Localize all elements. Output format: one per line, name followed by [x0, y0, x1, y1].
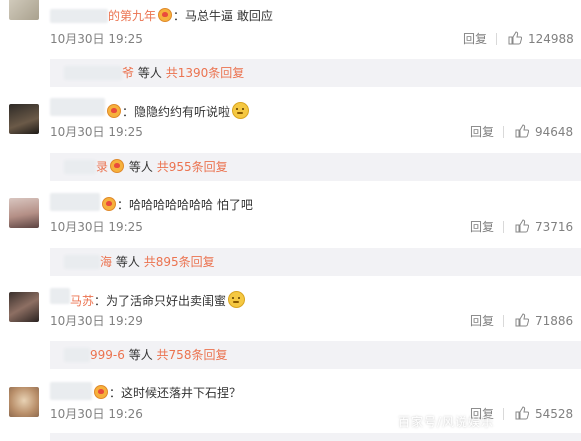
vip-badge-icon	[94, 385, 108, 399]
and-others-label: 等人	[128, 160, 153, 174]
thumbs-up-icon[interactable]	[515, 219, 529, 233]
thumbs-up-icon[interactable]	[515, 406, 529, 420]
username-link[interactable]: 的第九年	[108, 9, 156, 23]
sub-username-blurred	[64, 255, 100, 269]
sub-replies-bar[interactable]: 爷 等人 共1390条回复	[50, 59, 581, 87]
reply-button[interactable]: 回复	[470, 125, 494, 139]
username-link[interactable]: 马苏	[70, 294, 94, 308]
sub-username-link[interactable]: 录	[96, 160, 108, 174]
total-replies-link[interactable]: 共1390条回复	[166, 66, 245, 80]
reply-button[interactable]: 回复	[463, 32, 487, 46]
watermark: 百家号/风说娱乐	[398, 415, 495, 429]
sub-username-blurred	[64, 160, 96, 174]
reply-button[interactable]: 回复	[470, 314, 494, 328]
like-count: 94648	[535, 125, 574, 139]
avatar[interactable]	[9, 387, 39, 417]
avatar[interactable]	[9, 292, 39, 322]
sub-username-blurred	[64, 66, 122, 80]
total-replies-link[interactable]: 共955条回复	[157, 160, 228, 174]
avatar[interactable]	[9, 104, 39, 134]
sub-replies-bar	[50, 433, 581, 441]
comment-time: 10月30日 19:29	[50, 314, 143, 328]
colon: ：	[173, 9, 186, 23]
comment-time: 10月30日 19:26	[50, 407, 143, 421]
comment-text: 马总牛逼 敢回应	[185, 9, 273, 23]
sub-replies-bar[interactable]: 999-6 等人 共758条回复	[50, 341, 581, 369]
sub-username-link[interactable]: 海	[100, 255, 112, 269]
colon: ：	[94, 294, 107, 308]
divider	[503, 126, 504, 138]
comment-time: 10月30日 19:25	[50, 125, 143, 139]
vip-badge-icon	[102, 197, 116, 211]
vip-badge-icon	[110, 159, 125, 173]
comment-text: 隐隐约约有听说啦	[134, 105, 231, 119]
and-others-label: 等人	[115, 255, 140, 269]
doge-emoji-icon	[228, 291, 246, 308]
reply-button[interactable]: 回复	[470, 220, 494, 234]
divider	[503, 408, 504, 420]
divider	[496, 33, 497, 45]
thumbs-up-icon[interactable]	[515, 124, 529, 138]
sub-replies-bar[interactable]: 海 等人 共895条回复	[50, 248, 581, 276]
colon: ：	[122, 105, 135, 119]
comment-text: 为了活命只好出卖闺蜜	[106, 294, 227, 308]
username-blurred	[50, 98, 105, 116]
like-count: 71886	[535, 314, 574, 328]
sub-username-link[interactable]: 爷	[122, 66, 134, 80]
like-count: 54528	[535, 407, 574, 421]
comment-time: 10月30日 19:25	[50, 220, 143, 234]
colon: ：	[109, 386, 122, 400]
comment-time: 10月30日 19:25	[50, 32, 143, 46]
username-blurred	[50, 193, 100, 211]
doge-emoji-icon	[232, 102, 250, 119]
like-count: 73716	[535, 220, 574, 234]
thumbs-up-icon[interactable]	[508, 31, 522, 45]
like-count: 124988	[528, 32, 574, 46]
total-replies-link[interactable]: 共895条回复	[144, 255, 215, 269]
vip-badge-icon	[107, 104, 121, 118]
username-blurred	[50, 9, 108, 23]
and-others-label: 等人	[128, 348, 153, 362]
comment-text: 这时候还落井下石捏？	[121, 386, 242, 400]
sub-username-blurred	[64, 348, 90, 362]
divider	[503, 315, 504, 327]
comment-text: 哈哈哈哈哈哈哈 怕了吧	[129, 198, 253, 212]
avatar[interactable]	[9, 198, 39, 228]
divider	[503, 221, 504, 233]
colon: ：	[117, 198, 130, 212]
username-blurred	[50, 288, 70, 304]
thumbs-up-icon[interactable]	[515, 313, 529, 327]
total-replies-link[interactable]: 共758条回复	[157, 348, 228, 362]
and-others-label: 等人	[137, 66, 162, 80]
vip-badge-icon	[158, 8, 173, 22]
sub-replies-bar[interactable]: 录 等人 共955条回复	[50, 153, 581, 181]
username-blurred	[50, 382, 92, 400]
sub-username-link[interactable]: 999-6	[90, 348, 125, 362]
avatar[interactable]	[9, 0, 39, 20]
